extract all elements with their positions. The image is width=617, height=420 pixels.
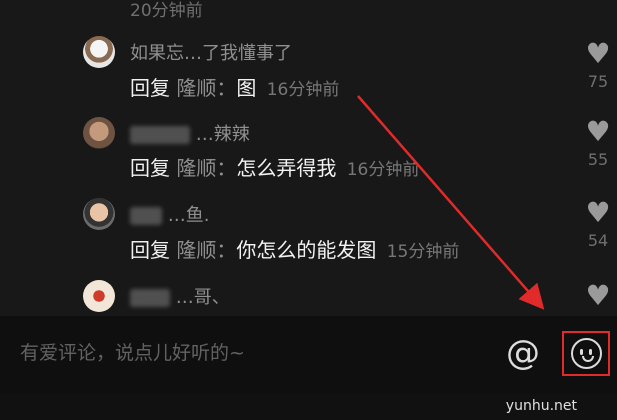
avatar[interactable] <box>83 280 115 312</box>
reply-username[interactable]: 如果忘…了我懂事了 <box>130 39 292 65</box>
reply-item[interactable]: …鱼. 回复 隆顺：你怎么的能发图 15分钟前 <box>0 198 617 268</box>
blurred-name <box>130 289 170 307</box>
reply-message: 你怎么的能发图 <box>236 238 377 262</box>
reply-username-visible: …鱼. <box>167 205 210 226</box>
like-count: 75 <box>587 72 609 91</box>
like-button[interactable]: ♥ <box>582 282 614 310</box>
emoji-eye-icon <box>589 349 592 355</box>
heart-icon[interactable]: ♥ <box>582 118 614 146</box>
like-count: 55 <box>587 150 609 169</box>
heart-icon[interactable]: ♥ <box>582 199 614 227</box>
heart-icon[interactable]: ♥ <box>582 40 614 68</box>
reply-text: 回复 隆顺：怎么弄得我 16分钟前 <box>130 152 419 181</box>
like-button[interactable]: ♥ 55 <box>582 118 614 170</box>
like-button[interactable]: ♥ 75 <box>582 40 614 92</box>
like-count: 54 <box>587 231 609 250</box>
reply-message: 怎么弄得我 <box>236 156 337 180</box>
reply-username[interactable]: …鱼. <box>130 201 209 227</box>
reply-prefix: 回复 <box>130 76 170 100</box>
like-button[interactable]: ♥ 54 <box>582 199 614 251</box>
reply-prefix: 回复 <box>130 238 170 262</box>
reply-username-visible: …辣辣 <box>195 124 250 145</box>
reply-to-user[interactable]: 隆顺： <box>176 238 236 262</box>
blurred-name <box>130 207 162 225</box>
avatar[interactable] <box>83 117 115 149</box>
emoji-eye-icon <box>580 349 583 355</box>
reply-time: 15分钟前 <box>386 242 460 262</box>
reply-item[interactable]: …辣辣 回复 隆顺：怎么弄得我 16分钟前 <box>0 117 617 187</box>
comment-input-bar: 有爱评论，说点儿好听的~ @ <box>0 316 617 394</box>
emoji-mouth-icon <box>582 356 594 362</box>
mention-at-icon[interactable]: @ <box>506 334 540 372</box>
reply-username-visible: …哥、 <box>175 287 230 308</box>
reply-item[interactable]: …哥、 <box>0 280 617 316</box>
reply-to-user[interactable]: 隆顺： <box>176 76 236 100</box>
reply-prefix: 回复 <box>130 156 170 180</box>
reply-text: 回复 隆顺：图 16分钟前 <box>130 72 339 101</box>
comment-input[interactable]: 有爱评论，说点儿好听的~ <box>20 338 245 365</box>
emoji-smiley-icon[interactable] <box>571 338 602 369</box>
avatar[interactable] <box>83 198 115 230</box>
reply-username[interactable]: …辣辣 <box>130 120 250 146</box>
reply-to-user[interactable]: 隆顺： <box>176 156 236 180</box>
comment-timestamp: 20分钟前 <box>130 1 203 21</box>
watermark: yunhu.net <box>505 398 577 414</box>
emoji-highlight-box <box>562 331 610 376</box>
comment-thread: 20分钟前 如果忘…了我懂事了 回复 隆顺：图 16分钟前 ♥ 75 …辣辣 回… <box>0 0 617 316</box>
heart-icon[interactable]: ♥ <box>582 282 614 310</box>
reply-message: 图 <box>236 76 257 100</box>
reply-item[interactable]: 如果忘…了我懂事了 回复 隆顺：图 16分钟前 <box>0 36 617 106</box>
avatar[interactable] <box>83 36 115 68</box>
reply-time: 16分钟前 <box>266 80 340 100</box>
bottom-strip: yunhu.net <box>0 394 617 420</box>
blurred-name <box>130 126 190 144</box>
reply-username[interactable]: …哥、 <box>130 283 230 309</box>
reply-time: 16分钟前 <box>346 160 420 180</box>
reply-text: 回复 隆顺：你怎么的能发图 15分钟前 <box>130 234 459 263</box>
